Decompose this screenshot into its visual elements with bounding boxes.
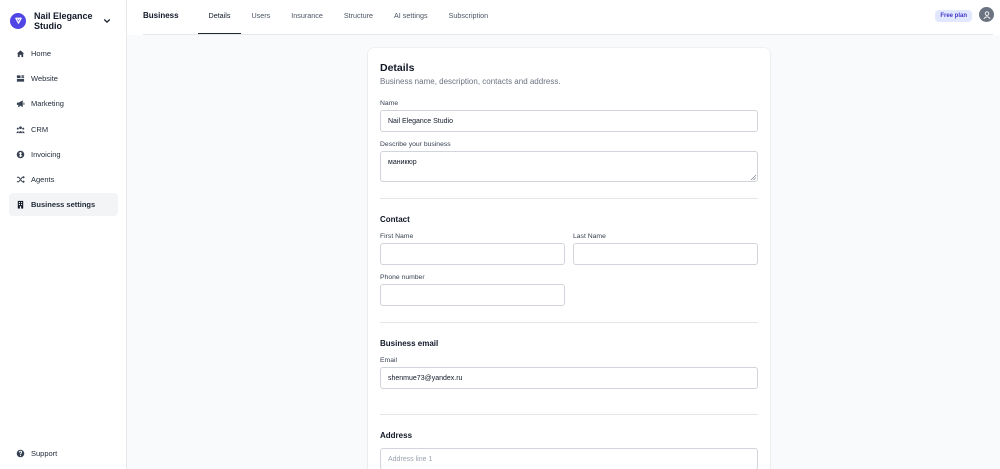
page-title: Business [143,11,179,20]
sidebar-item-label: Invoicing [31,149,61,159]
sidebar-item-website[interactable]: Website [9,67,118,90]
email-input[interactable]: shenmue73@yandex.ru [380,367,758,389]
address-line1-input[interactable]: Address line 1 [380,448,758,469]
brand-logo-icon [10,12,26,29]
first-name-label: First Name [380,233,414,240]
business-switcher[interactable]: Nail Elegance Studio [0,0,126,34]
tab-structure[interactable]: Structure [333,0,383,35]
business-description-textarea[interactable]: маникюр [380,151,758,182]
email-value: shenmue73@yandex.ru [388,374,463,382]
details-title: Details [380,62,415,74]
last-name-input[interactable] [573,243,758,265]
plan-badge[interactable]: Free plan [935,10,972,22]
name-label: Name [380,100,399,107]
section-divider [380,198,758,199]
first-name-input[interactable] [380,243,565,265]
tab-insurance[interactable]: Insurance [281,0,334,35]
invoice-icon [15,149,25,159]
sidebar-nav: Home Website Marketing CRM Invoicing Age… [9,42,118,218]
sidebar-item-label: Home [31,49,52,58]
business-name-input[interactable]: Nail Elegance Studio [380,110,758,132]
sidebar-item-label: Marketing [31,99,64,109]
describe-label: Describe your business [380,141,451,148]
business-description-value: маникюр [388,159,417,166]
contact-title: Contact [380,215,410,224]
top-header: Business Details Users Insurance Structu… [127,0,1000,35]
sidebar-item-label: CRM [31,124,49,134]
sidebar-item-business-settings[interactable]: Business settings [9,193,118,217]
section-divider [380,322,758,323]
sidebar-item-crm[interactable]: CRM [9,118,118,141]
last-name-label: Last Name [573,233,606,240]
details-subtitle: Business name, description, contacts and… [380,77,561,86]
tab-details[interactable]: Details [198,0,241,35]
business-details-card: Details Business name, description, cont… [368,48,770,469]
email-label: Email [380,357,397,364]
tab-subscription[interactable]: Subscription [438,0,499,35]
sidebar-item-invoicing[interactable]: Invoicing [9,143,118,166]
tab-bar: Details Users Insurance Structure AI set… [198,0,499,35]
resize-handle-icon[interactable] [750,174,756,180]
business-email-title: Business email [380,339,439,348]
shuffle-icon [15,174,25,184]
sidebar-item-support[interactable]: Support [15,448,57,458]
users-icon [15,124,25,134]
chevron-down-icon[interactable] [102,16,112,26]
building-icon [15,200,25,210]
sidebar-item-label: Website [31,74,58,84]
sidebar-item-agents[interactable]: Agents [9,168,118,191]
phone-label: Phone number [380,274,425,281]
home-icon [15,49,25,59]
tab-users[interactable]: Users [241,0,281,35]
website-icon [15,74,25,84]
sidebar-item-label: Agents [31,174,55,184]
phone-number-input[interactable] [380,284,565,306]
header-divider [143,34,993,35]
megaphone-icon [15,99,25,109]
help-icon [15,448,25,458]
avatar[interactable] [979,7,994,22]
support-label: Support [31,448,58,458]
business-name: Nail Elegance Studio [34,10,93,31]
sidebar-item-marketing[interactable]: Marketing [9,92,118,115]
address-title: Address [380,431,413,440]
sidebar-item-label: Business settings [31,200,96,210]
address-line1-placeholder: Address line 1 [388,455,433,463]
business-name-value: Nail Elegance Studio [388,117,453,125]
section-divider [380,414,758,415]
sidebar-item-home[interactable]: Home [9,42,118,65]
sidebar: Nail Elegance Studio Home Website Market… [0,0,127,469]
user-icon [982,10,991,19]
tab-ai-settings[interactable]: AI settings [384,0,439,35]
